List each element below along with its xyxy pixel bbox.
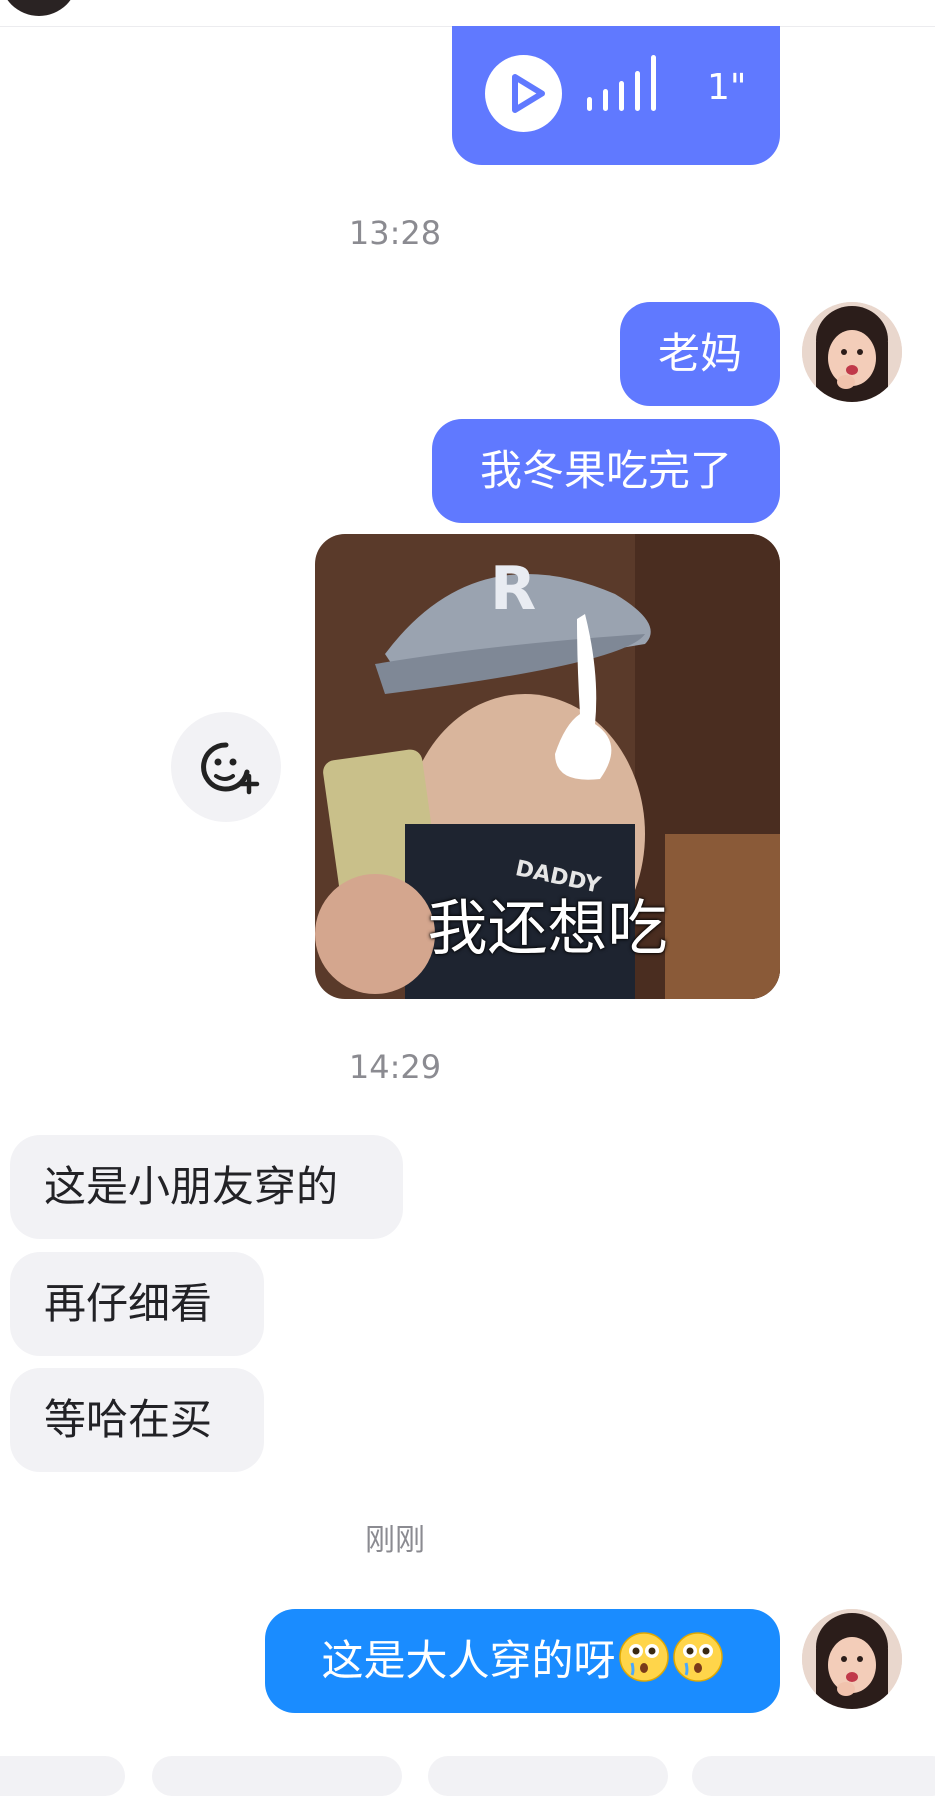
outgoing-message[interactable]: 我冬果吃完了 [432, 419, 780, 523]
timestamp: 刚刚 [365, 1523, 425, 1558]
flushed-face-emoji [672, 1617, 724, 1682]
voice-wave-icon [587, 55, 667, 126]
play-icon[interactable] [485, 55, 562, 132]
voice-message-bubble[interactable]: 1" [452, 26, 780, 165]
outgoing-message-latest[interactable]: 这是大人穿的呀 [265, 1609, 780, 1713]
my-avatar[interactable] [802, 1609, 902, 1709]
contact-avatar-top[interactable] [0, 0, 78, 16]
timestamp: 13:28 [348, 214, 442, 252]
outgoing-message[interactable]: 老妈 [620, 302, 780, 406]
quick-reply-chip[interactable] [692, 1756, 935, 1796]
incoming-message[interactable]: 再仔细看 [10, 1252, 264, 1356]
quick-reply-chip[interactable] [428, 1756, 668, 1796]
quick-reply-chip[interactable] [152, 1756, 402, 1796]
timestamp: 14:29 [348, 1048, 442, 1086]
flushed-face-emoji [618, 1617, 670, 1682]
sticker-image[interactable]: R DADDY 我还想吃 [315, 534, 780, 999]
add-emoji-button[interactable] [171, 712, 281, 822]
svg-text:R: R [490, 554, 536, 624]
add-emoji-icon [201, 742, 260, 795]
sticker-caption: 我还想吃 [427, 894, 668, 964]
voice-duration: 1" [707, 67, 747, 108]
message-text: 这是大人穿的呀 [321, 1636, 616, 1685]
quick-reply-chip[interactable] [0, 1756, 125, 1796]
incoming-message[interactable]: 这是小朋友穿的 [10, 1135, 403, 1239]
incoming-message[interactable]: 等哈在买 [10, 1368, 264, 1472]
my-avatar[interactable] [802, 302, 902, 402]
